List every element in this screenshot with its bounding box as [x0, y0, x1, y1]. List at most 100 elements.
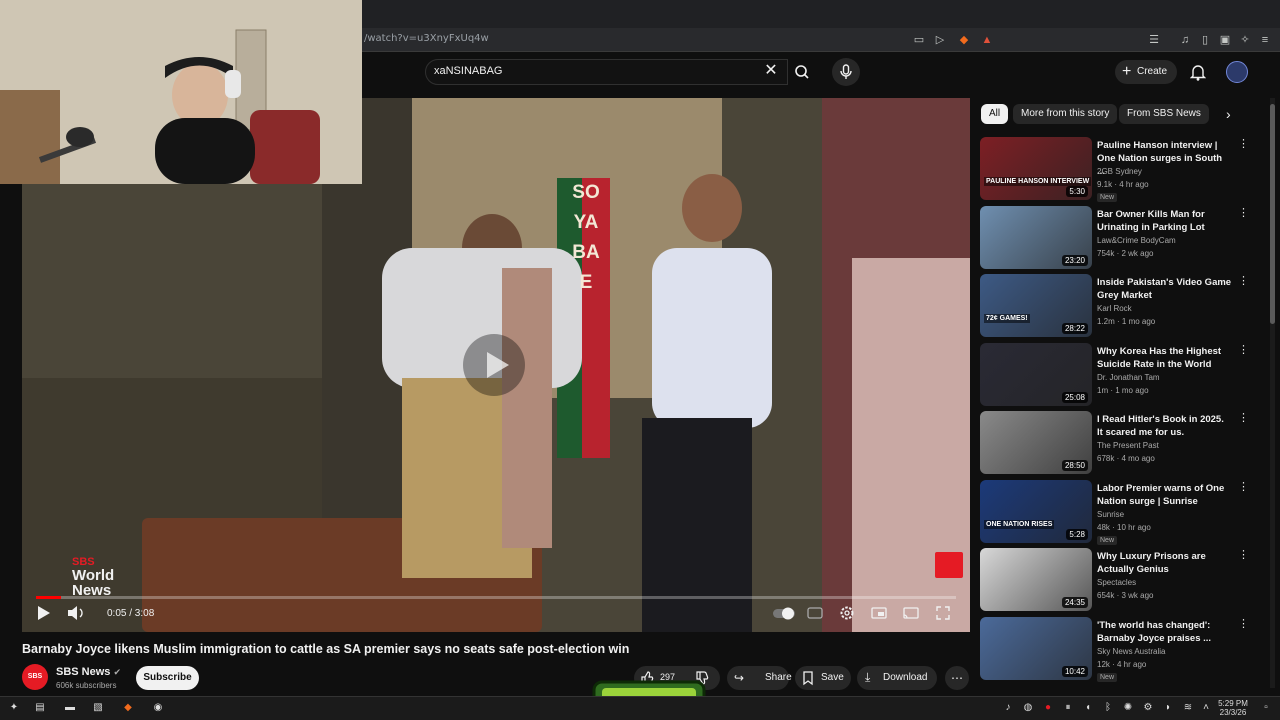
- bluetooth-icon[interactable]: ᛒ: [1100, 700, 1116, 716]
- recommendation-channel[interactable]: Sunrise: [1097, 510, 1124, 519]
- scrollbar-thumb[interactable]: [1270, 104, 1275, 324]
- task-view-icon[interactable]: ▤: [32, 700, 48, 716]
- leo-ai-icon[interactable]: ✧: [1238, 33, 1252, 47]
- recommendation-title[interactable]: Why Korea Has the Highest Suicide Rate i…: [1097, 345, 1232, 371]
- recommendation-channel[interactable]: The Present Past: [1097, 441, 1159, 450]
- voice-search-button[interactable]: [832, 58, 860, 86]
- recommendation-title[interactable]: I Read Hitler's Book in 2025. It scared …: [1097, 413, 1232, 439]
- browser-menu-icon[interactable]: ≡: [1258, 33, 1272, 47]
- app-icon[interactable]: ▧: [90, 700, 106, 716]
- chip-more-from-story[interactable]: More from this story: [1013, 104, 1118, 124]
- chevron-right-icon[interactable]: ›: [1226, 104, 1231, 124]
- recommendation-item[interactable]: PAULINE HANSON INTERVIEW 5:30 Pauline Hans…: [980, 137, 1270, 202]
- cast-button[interactable]: [902, 604, 920, 622]
- thumbnail[interactable]: 23:20: [980, 206, 1092, 269]
- recommendation-channel[interactable]: 2GB Sydney: [1097, 167, 1142, 176]
- webcam-overlay: [0, 0, 362, 184]
- more-vert-icon[interactable]: ⋮: [1238, 208, 1249, 219]
- search-button[interactable]: [788, 59, 816, 85]
- time-display: 0:05 / 3:08: [107, 608, 155, 619]
- brightness-icon[interactable]: ✺: [1120, 700, 1136, 716]
- obs-icon[interactable]: ◉: [150, 700, 166, 716]
- thumbnail[interactable]: PAULINE HANSON INTERVIEW 5:30: [980, 137, 1092, 200]
- volume-button[interactable]: [66, 604, 86, 622]
- address-bar-url[interactable]: /watch?v=u3XnyFxUq4w: [364, 33, 489, 44]
- more-vert-icon[interactable]: ⋮: [1238, 619, 1249, 630]
- recommendation-item[interactable]: 24:35 Why Luxury Prisons are Actually Gen…: [980, 548, 1270, 612]
- tray-app-icon[interactable]: ◍: [1020, 700, 1036, 716]
- more-vert-icon[interactable]: ⋮: [1238, 413, 1249, 424]
- more-vert-icon[interactable]: ⋮: [1238, 550, 1249, 561]
- brave-shield-icon[interactable]: ◆: [957, 33, 971, 47]
- notification-icon[interactable]: ♪: [1000, 700, 1016, 716]
- more-vert-icon[interactable]: ⋮: [1238, 482, 1249, 493]
- share-icon: ↪: [734, 671, 745, 685]
- download-icon: ⤓: [865, 670, 871, 684]
- thumbnail[interactable]: 28:50: [980, 411, 1092, 474]
- progress-bar-fill: [36, 596, 61, 599]
- progress-bar[interactable]: [36, 596, 956, 599]
- channel-avatar[interactable]: SBS: [22, 664, 48, 690]
- terminal-icon[interactable]: ▬: [62, 700, 78, 716]
- recommendation-item[interactable]: 23:20 Bar Owner Kills Man for Urinating i…: [980, 206, 1270, 270]
- bell-icon[interactable]: [1189, 63, 1207, 81]
- media-icon[interactable]: ♫: [1178, 33, 1192, 47]
- center-play-button[interactable]: [463, 334, 525, 396]
- brave-browser-icon[interactable]: ◆: [120, 700, 136, 716]
- recommendation-channel[interactable]: Spectacles: [1097, 578, 1136, 587]
- taskbar-clock[interactable]: 5:29 PM 23/3/26: [1216, 699, 1250, 717]
- close-icon[interactable]: ✕: [762, 61, 780, 81]
- wallet-icon[interactable]: ▣: [1218, 33, 1232, 47]
- media-pause-icon[interactable]: ⏸: [1060, 700, 1076, 716]
- channel-name[interactable]: SBS News ✔: [56, 666, 121, 678]
- recommendation-item[interactable]: 72¢ GAMES! 28:22 Inside Pakistan's Video G…: [980, 274, 1270, 338]
- recommendation-title[interactable]: Bar Owner Kills Man for Urinating in Par…: [1097, 208, 1232, 234]
- wifi-icon[interactable]: ≋: [1180, 700, 1196, 716]
- recommendation-item[interactable]: ONE NATION RISES 5:28 Labor Premier warns …: [980, 480, 1270, 545]
- thumbnail[interactable]: 25:08: [980, 343, 1092, 406]
- search-input[interactable]: xaNSINABAG: [434, 65, 502, 77]
- recommendation-channel[interactable]: Sky News Australia: [1097, 647, 1165, 656]
- reader-mode-icon[interactable]: ☰: [1147, 33, 1161, 47]
- record-icon[interactable]: ●: [1040, 700, 1056, 716]
- settings-tray-icon[interactable]: ⚙: [1140, 700, 1156, 716]
- recommendation-channel[interactable]: Karl Rock: [1097, 304, 1132, 313]
- more-vert-icon[interactable]: ⋮: [1238, 276, 1249, 287]
- settings-button[interactable]: [838, 604, 856, 622]
- thumbnail[interactable]: 10:42: [980, 617, 1092, 680]
- volume-tray-icon[interactable]: ◗: [1160, 700, 1176, 716]
- chip-all[interactable]: All: [981, 104, 1009, 124]
- send-icon[interactable]: ▷: [933, 33, 947, 47]
- recommendation-item[interactable]: 25:08 Why Korea Has the Highest Suicide R…: [980, 343, 1270, 407]
- recommendation-item[interactable]: 10:42 'The world has changed': Barnaby Jo…: [980, 617, 1270, 682]
- show-desktop-icon[interactable]: ▫: [1258, 700, 1274, 716]
- recommendation-item[interactable]: 28:50 I Read Hitler's Book in 2025. It sc…: [980, 411, 1270, 475]
- thumbnail[interactable]: 72¢ GAMES! 28:22: [980, 274, 1092, 337]
- subtitles-button[interactable]: [806, 604, 824, 622]
- subtitles-icon: [807, 607, 823, 619]
- subscribe-button[interactable]: Subscribe: [136, 666, 199, 690]
- more-vert-icon[interactable]: ⋮: [1238, 345, 1249, 356]
- miniplayer-button[interactable]: [870, 604, 888, 622]
- recommendation-title[interactable]: Inside Pakistan's Video Game Grey Market: [1097, 276, 1232, 302]
- recommendation-title[interactable]: 'The world has changed': Barnaby Joyce p…: [1097, 619, 1232, 645]
- sidebar-icon[interactable]: ▯: [1198, 33, 1212, 47]
- account-avatar[interactable]: [1226, 61, 1248, 83]
- fullscreen-button[interactable]: [934, 604, 952, 622]
- thumbnail[interactable]: ONE NATION RISES 5:28: [980, 480, 1092, 543]
- chevron-up-icon[interactable]: ˄: [1198, 700, 1214, 716]
- recommendation-channel[interactable]: Law&Crime BodyCam: [1097, 236, 1176, 245]
- start-icon[interactable]: ✦: [6, 700, 22, 716]
- chip-from-sbs-news[interactable]: From SBS News: [1119, 104, 1209, 124]
- recommendation-title[interactable]: Labor Premier warns of One Nation surge …: [1097, 482, 1232, 508]
- recommendation-channel[interactable]: Dr. Jonathan Tam: [1097, 373, 1160, 382]
- recommendation-title[interactable]: Why Luxury Prisons are Actually Genius: [1097, 550, 1232, 576]
- autoplay-toggle[interactable]: [772, 604, 796, 622]
- more-actions-button[interactable]: ⋯: [945, 666, 969, 690]
- brave-rewards-icon[interactable]: ▲: [980, 33, 994, 47]
- cast-icon[interactable]: ▭: [912, 33, 926, 47]
- more-vert-icon[interactable]: ⋮: [1238, 139, 1249, 150]
- thumbnail[interactable]: 24:35: [980, 548, 1092, 611]
- speaker-icon[interactable]: ◖: [1080, 700, 1096, 716]
- play-button[interactable]: [34, 604, 52, 622]
